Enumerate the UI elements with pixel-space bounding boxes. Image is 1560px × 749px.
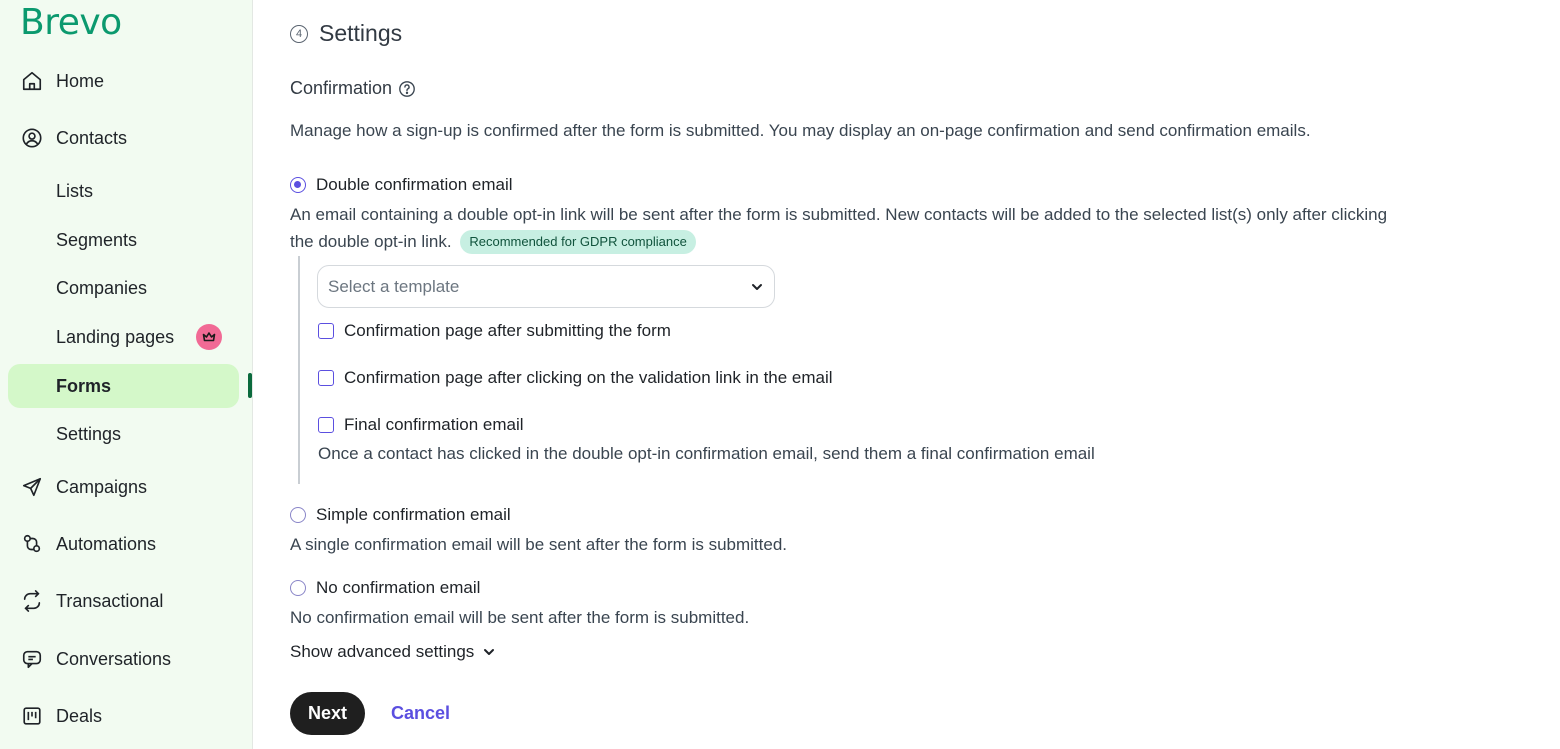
chat-icon xyxy=(20,647,44,671)
help-icon[interactable] xyxy=(398,80,416,98)
sidebar-item-settings[interactable]: Settings xyxy=(8,412,239,456)
section-label: Confirmation xyxy=(290,78,416,99)
sidebar-item-label: Deals xyxy=(56,705,103,726)
sidebar-item-lists[interactable]: Lists xyxy=(8,169,239,213)
sidebar-item-label: Lists xyxy=(56,180,94,201)
sidebar: Brevo Home Contacts Lists Segments Compa… xyxy=(0,0,253,749)
sidebar-item-segments[interactable]: Segments xyxy=(8,218,239,262)
section-description: Manage how a sign-up is confirmed after … xyxy=(290,121,1311,140)
sidebar-item-label: Home xyxy=(56,70,105,91)
radio-label: Simple confirmation email xyxy=(316,505,511,524)
simple-confirmation-help: A single confirmation email will be sent… xyxy=(290,535,787,554)
cancel-button[interactable]: Cancel xyxy=(391,703,450,724)
advanced-settings-label: Show advanced settings xyxy=(290,642,475,661)
chevron-down-icon xyxy=(484,649,495,655)
template-select[interactable]: Select a template xyxy=(317,265,775,308)
radio-button[interactable] xyxy=(290,580,306,596)
double-confirmation-help: An email containing a double opt-in link… xyxy=(290,201,1387,255)
template-select-placeholder: Select a template xyxy=(328,276,460,296)
nested-options-divider xyxy=(298,256,300,484)
radio-label: Double confirmation email xyxy=(316,175,513,194)
active-indicator xyxy=(248,373,252,398)
checkbox-confirmation-page-submit[interactable]: Confirmation page after submitting the f… xyxy=(318,321,671,341)
radio-no-confirmation[interactable]: No confirmation email xyxy=(290,578,480,598)
deals-icon xyxy=(20,704,44,728)
page-title: 4 Settings xyxy=(290,20,402,47)
checkbox-label: Confirmation page after clicking on the … xyxy=(344,368,833,387)
checkbox-final-confirmation-email[interactable]: Final confirmation email xyxy=(318,415,524,435)
sidebar-item-label: Contacts xyxy=(56,127,128,148)
sidebar-item-landing-pages[interactable]: Landing pages xyxy=(8,315,239,359)
sidebar-item-contacts[interactable]: Contacts xyxy=(8,116,239,160)
sidebar-item-label: Landing pages xyxy=(56,326,175,347)
checkbox[interactable] xyxy=(318,323,334,339)
radio-simple-confirmation[interactable]: Simple confirmation email xyxy=(290,505,511,525)
sidebar-item-label: Companies xyxy=(56,277,148,298)
checkbox[interactable] xyxy=(318,370,334,386)
radio-label: No confirmation email xyxy=(316,578,481,597)
sidebar-item-transactional[interactable]: Transactional xyxy=(8,579,239,623)
sidebar-item-label: Automations xyxy=(56,533,157,554)
sidebar-item-label: Segments xyxy=(56,229,138,250)
step-number: 4 xyxy=(290,24,308,43)
confirmation-label: Confirmation xyxy=(290,78,393,98)
radio-button[interactable] xyxy=(290,507,306,523)
transactional-icon xyxy=(20,589,44,613)
next-button[interactable]: Next xyxy=(290,692,365,735)
checkbox-label: Final confirmation email xyxy=(344,415,524,434)
sidebar-item-campaigns[interactable]: Campaigns xyxy=(8,465,239,509)
sidebar-item-label: Campaigns xyxy=(56,476,148,497)
radio-button[interactable] xyxy=(290,177,306,193)
step-title-text: Settings xyxy=(319,20,403,46)
checkbox-confirmation-page-validation[interactable]: Confirmation page after clicking on the … xyxy=(318,368,833,388)
sidebar-item-automations[interactable]: Automations xyxy=(8,522,239,566)
gdpr-badge: Recommended for GDPR compliance xyxy=(460,230,696,254)
sidebar-item-label: Conversations xyxy=(56,648,172,669)
checkbox-label: Confirmation page after submitting the f… xyxy=(344,321,671,340)
help-line-1: An email containing a double opt-in link… xyxy=(290,205,1388,224)
help-line-2: the double opt-in link. Recommended for … xyxy=(290,228,1387,255)
send-icon xyxy=(20,475,44,499)
brevo-logo[interactable]: Brevo xyxy=(20,2,122,43)
sidebar-item-conversations[interactable]: Conversations xyxy=(8,637,239,681)
sidebar-item-label: Forms xyxy=(56,375,112,396)
automations-icon xyxy=(20,532,44,556)
main-content: 4 Settings Confirmation Manage how a sig… xyxy=(290,0,1560,749)
sidebar-item-label: Settings xyxy=(56,423,122,444)
sidebar-item-companies[interactable]: Companies xyxy=(8,266,239,310)
show-advanced-settings[interactable]: Show advanced settings xyxy=(290,642,496,662)
no-confirmation-help: No confirmation email will be sent after… xyxy=(290,608,750,627)
radio-double-confirmation[interactable]: Double confirmation email xyxy=(290,175,513,195)
sidebar-item-forms[interactable]: Forms xyxy=(8,364,239,408)
chevron-down-icon xyxy=(752,283,762,290)
sidebar-item-label: Transactional xyxy=(56,590,164,611)
contacts-icon xyxy=(20,126,44,150)
crown-icon xyxy=(196,324,223,350)
final-confirmation-help: Once a contact has clicked in the double… xyxy=(318,444,1095,463)
sidebar-item-home[interactable]: Home xyxy=(8,59,239,103)
home-icon xyxy=(20,69,44,93)
help-line-2-text: the double opt-in link. xyxy=(290,232,452,251)
sidebar-item-deals[interactable]: Deals xyxy=(8,694,239,738)
checkbox[interactable] xyxy=(318,417,334,433)
